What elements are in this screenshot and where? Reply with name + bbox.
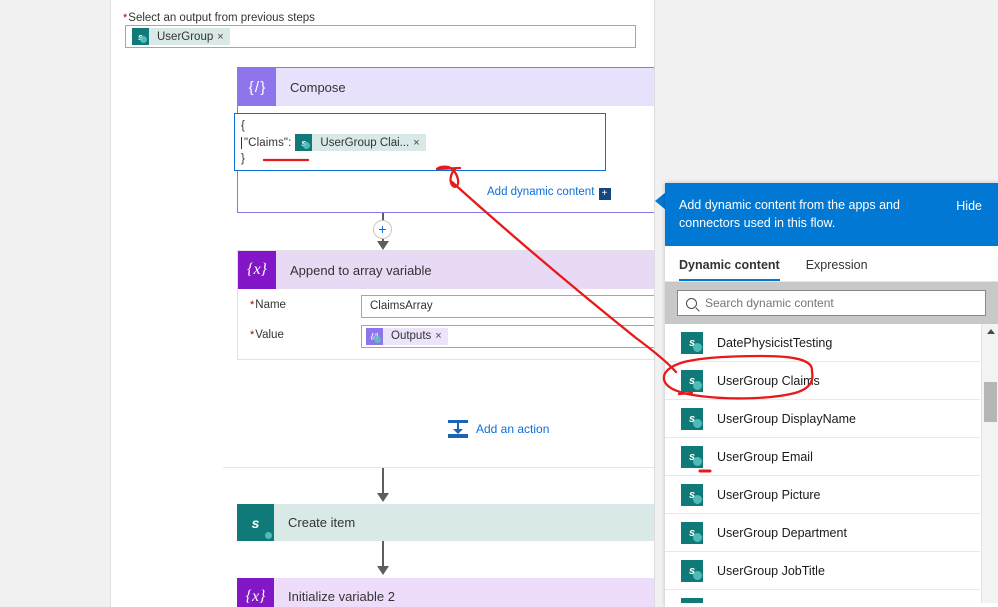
value-field[interactable]: {/} Outputs × [361,325,654,348]
token-label: UserGroup Clai... [320,136,410,149]
token-outputs[interactable]: {/} Outputs × [366,328,448,345]
sharepoint-icon: s [295,134,313,151]
initialize-variable-2-header[interactable]: {x} Initialize variable 2 ? ··· [237,578,654,607]
flyout-scrollbar[interactable] [981,324,998,603]
add-action-icon [448,420,468,438]
list-item-label: DatePhysicistTesting [717,335,833,350]
token-usergroup[interactable]: s UserGroup × [132,28,230,45]
sharepoint-icon: s [681,521,703,544]
sharepoint-icon: s [237,504,274,541]
list-item[interactable]: s UserGroup JobTitle [665,552,980,590]
compose-braces-icon: {/} [366,328,383,345]
required-asterisk: * [250,299,255,311]
search-icon [686,297,697,309]
search-placeholder: Search dynamic content [705,296,834,310]
sharepoint-icon: s [681,369,703,392]
list-item-label: UserGroup Claims [717,373,820,388]
close-icon[interactable]: × [217,31,229,43]
add-an-action-label: Add an action [476,422,550,436]
list-item[interactable]: s UserGroup DisplayName [665,400,980,438]
scrollbar-thumb[interactable] [984,382,997,422]
card-append-to-array-variable[interactable]: {x} Append to array variable ? ··· *Name… [237,250,654,360]
list-item[interactable]: s UserGroup Department [665,514,980,552]
plus-icon[interactable]: + [599,188,612,200]
append-card-header[interactable]: {x} Append to array variable ? ··· [238,251,654,289]
sharepoint-icon: s [681,445,703,468]
list-item[interactable]: s UserGroup Email [665,438,980,476]
list-item-label: UserGroup JobTitle [717,563,825,578]
name-label: *Name [250,299,286,311]
append-title: Append to array variable [290,262,432,278]
output-picker-field[interactable]: s UserGroup × [125,25,636,48]
compose-title: Compose [290,79,346,95]
flyout-header-text: Add dynamic content from the apps and co… [679,198,900,230]
connector-line [382,541,384,569]
hide-button[interactable]: Hide [956,197,982,215]
name-dropdown[interactable]: ClaimsArray [361,295,654,318]
list-item[interactable]: s UserGroup Claims [665,362,980,400]
inputs-key: "Claims": [244,136,292,149]
arrow-head-icon [377,566,389,575]
variable-braces-icon: {x} [237,578,274,607]
value-label: *Value [250,329,284,341]
initialize-variable-2-title: Initialize variable 2 [288,589,395,604]
inputs-editor[interactable]: { "Claims": s UserGroup Clai... × } [234,113,606,171]
list-item-label: UserGroup DisplayName [717,411,856,426]
close-icon[interactable]: × [413,135,425,151]
sharepoint-icon: s [681,559,703,582]
add-dynamic-content-link[interactable]: Add dynamic content + [487,186,612,200]
tab-dynamic-content[interactable]: Dynamic content [679,258,780,281]
token-usergroup-claims[interactable]: s UserGroup Clai... × [295,134,426,151]
sharepoint-icon: s [681,597,703,603]
output-picker-label: *Select an output from previous steps [123,12,315,24]
list-item[interactable]: s [665,590,980,603]
arrow-head-icon [377,241,389,250]
create-item-title: Create item [288,515,356,530]
sharepoint-icon: s [681,407,703,430]
dynamic-content-list: s DatePhysicistTesting s UserGroup Claim… [665,324,998,603]
token-label: Outputs [391,330,432,342]
card-initialize-variable-2[interactable]: {x} Initialize variable 2 ? ··· [237,578,654,607]
insert-step-button[interactable]: + [373,220,392,239]
list-item-label: UserGroup Email [717,449,813,464]
sharepoint-icon: s [681,483,703,506]
sharepoint-icon: s [681,331,703,354]
name-value: ClaimsArray [370,300,433,312]
connector-line [382,468,384,496]
sharepoint-icon: s [132,28,149,45]
inputs-line-1: { [241,120,245,132]
list-item[interactable]: s DatePhysicistTesting [665,324,980,362]
flow-designer-canvas: *Select an output from previous steps s … [110,0,655,607]
search-box[interactable]: Search dynamic content [677,290,986,316]
create-item-header[interactable]: s Create item ? ··· [237,504,654,541]
flyout-header: Add dynamic content from the apps and co… [665,183,998,246]
compose-braces-icon: { / } [238,68,276,106]
tab-expression[interactable]: Expression [806,258,868,281]
list-item-label: UserGroup Picture [717,487,821,502]
list-item-label: UserGroup Department [717,525,847,540]
compose-card-header[interactable]: { / } Compose ? ··· [238,68,654,106]
scroll-up-icon[interactable] [987,329,995,334]
flyout-tabs: Dynamic content Expression [665,246,998,282]
card-create-item[interactable]: s Create item ? ··· [237,504,654,541]
add-dynamic-content-label: Add dynamic content [487,186,595,198]
variable-braces-icon: {x} [238,251,276,289]
add-an-action-button[interactable]: Add an action [448,420,549,438]
required-asterisk: * [250,329,255,341]
list-item[interactable]: s UserGroup Picture [665,476,980,514]
text-caret [241,136,242,149]
token-label: UserGroup [157,30,214,43]
arrow-head-icon [377,493,389,502]
dynamic-content-flyout: Add dynamic content from the apps and co… [665,183,998,607]
search-area: Search dynamic content [665,282,998,324]
inputs-line-3: } [241,153,245,165]
inputs-line-2: "Claims": s UserGroup Clai... × [241,134,599,151]
close-icon[interactable]: × [435,326,447,347]
required-asterisk: * [123,12,128,24]
